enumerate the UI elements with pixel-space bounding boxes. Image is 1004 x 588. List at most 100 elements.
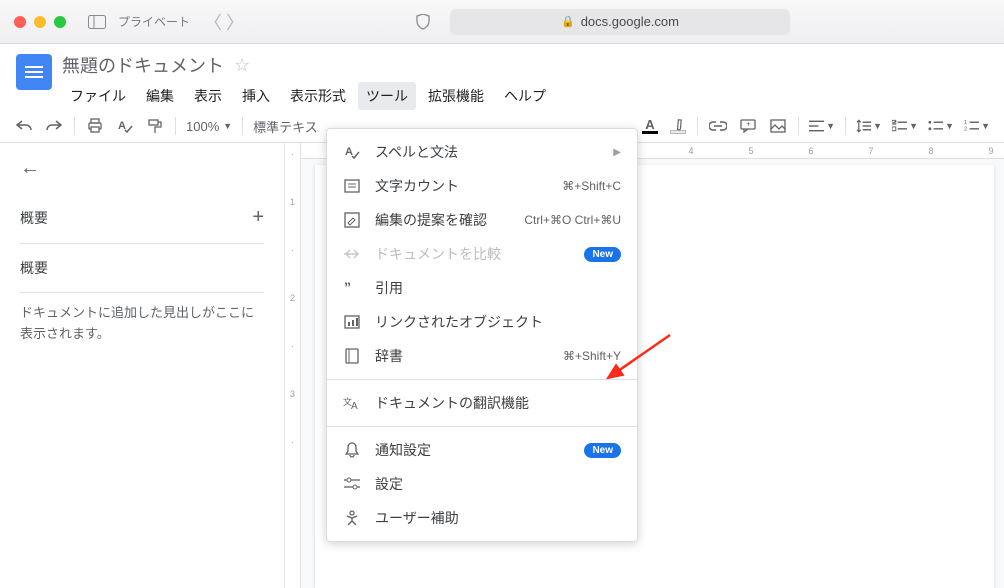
tools-review[interactable]: 編集の提案を確認 Ctrl+⌘O Ctrl+⌘U (327, 203, 637, 237)
compare-icon (343, 245, 361, 263)
back-arrow-icon[interactable]: ← (20, 157, 264, 180)
toolbar-right-group: A + ▼ ▼ ▼ ▼ 12▼ (641, 116, 990, 136)
style-value: 標準テキス (253, 117, 318, 136)
svg-text:1: 1 (964, 120, 967, 126)
private-mode-label: プライベート (118, 13, 190, 30)
link-button[interactable] (708, 116, 728, 136)
align-button[interactable]: ▼ (809, 116, 835, 136)
docs-logo-icon[interactable] (16, 54, 52, 90)
tools-translate-label: ドキュメントの翻訳機能 (375, 393, 529, 413)
menu-view[interactable]: 表示 (186, 82, 230, 110)
review-icon (343, 211, 361, 229)
menu-extensions[interactable]: 拡張機能 (420, 82, 492, 110)
tools-linked-label: リンクされたオブジェクト (375, 312, 543, 332)
outline-heading-2: 概要 (20, 258, 48, 278)
chevron-down-icon: ▼ (223, 121, 232, 131)
checklist-button[interactable]: ▼ (892, 116, 918, 136)
new-badge: New (584, 247, 621, 262)
menu-format[interactable]: 表示形式 (282, 82, 354, 110)
menu-file[interactable]: ファイル (62, 82, 134, 110)
maximize-window-button[interactable] (54, 16, 66, 28)
tools-notifications[interactable]: 通知設定 New (327, 433, 637, 467)
tools-dictionary[interactable]: 辞書 ⌘+Shift+Y (327, 339, 637, 373)
svg-text:A: A (351, 401, 358, 411)
paint-format-button[interactable] (145, 116, 165, 136)
tools-settings-label: 設定 (375, 474, 403, 494)
tools-accessibility[interactable]: ユーザー補助 (327, 501, 637, 535)
svg-text:A: A (345, 146, 353, 158)
highlight-button[interactable] (669, 117, 687, 135)
document-title[interactable]: 無題のドキュメント (62, 52, 224, 78)
sidebar-toggle-icon[interactable] (88, 15, 110, 29)
outline-heading: 概要 (20, 208, 48, 228)
tools-dictionary-shortcut: ⌘+Shift+Y (563, 349, 621, 363)
tools-wordcount-label: 文字カウント (375, 176, 459, 196)
new-badge: New (584, 443, 621, 458)
submenu-arrow-icon: ▶ (613, 147, 621, 158)
menu-help[interactable]: ヘルプ (496, 82, 554, 110)
zoom-select[interactable]: 100% ▼ (186, 119, 232, 134)
minimize-window-button[interactable] (34, 16, 46, 28)
comment-button[interactable]: + (738, 116, 758, 136)
svg-text:2: 2 (964, 127, 967, 133)
outline-hint: ドキュメントに追加した見出しがここに表示されます。 (20, 303, 264, 345)
menu-insert[interactable]: 挿入 (234, 82, 278, 110)
tools-accessibility-label: ユーザー補助 (375, 508, 459, 528)
tools-wordcount-shortcut: ⌘+Shift+C (562, 179, 621, 193)
undo-button[interactable] (14, 116, 34, 136)
forward-button[interactable]: 〉 (226, 9, 244, 35)
citations-icon: ” (343, 279, 361, 297)
menu-edit[interactable]: 編集 (138, 82, 182, 110)
tools-compare-label: ドキュメントを比較 (375, 244, 501, 264)
redo-button[interactable] (44, 116, 64, 136)
text-color-button[interactable]: A (641, 117, 659, 135)
translate-icon: 文A (343, 394, 361, 412)
dictionary-icon (343, 347, 361, 365)
nav-buttons: 〈 〉 (204, 9, 244, 35)
image-button[interactable] (768, 116, 788, 136)
browser-chrome: プライベート 〈 〉 🔒 docs.google.com (0, 0, 1004, 44)
bell-icon (343, 441, 361, 459)
tools-review-label: 編集の提案を確認 (375, 210, 487, 230)
close-window-button[interactable] (14, 16, 26, 28)
tools-notifications-label: 通知設定 (375, 440, 431, 460)
tools-dropdown: A スペルと文法 ▶ 文字カウント ⌘+Shift+C 編集の提案を確認 Ctr… (326, 128, 638, 542)
tools-citations[interactable]: ” 引用 (327, 271, 637, 305)
address-bar[interactable]: 🔒 docs.google.com (450, 9, 790, 35)
numbered-list-button[interactable]: 12▼ (964, 116, 990, 136)
line-spacing-button[interactable]: ▼ (856, 116, 882, 136)
shield-icon[interactable] (416, 14, 430, 30)
vertical-ruler: ·1·2·3· (285, 143, 301, 588)
bullet-list-button[interactable]: ▼ (928, 116, 954, 136)
tools-translate[interactable]: 文A ドキュメントの翻訳機能 (327, 386, 637, 420)
tools-linked[interactable]: リンクされたオブジェクト (327, 305, 637, 339)
tools-compare: ドキュメントを比較 New (327, 237, 637, 271)
star-icon[interactable]: ☆ (234, 55, 250, 76)
tools-dictionary-label: 辞書 (375, 346, 403, 366)
print-button[interactable] (85, 116, 105, 136)
tools-citations-label: 引用 (375, 278, 403, 298)
tools-settings[interactable]: 設定 (327, 467, 637, 501)
tools-wordcount[interactable]: 文字カウント ⌘+Shift+C (327, 169, 637, 203)
window-controls (14, 16, 66, 28)
tools-review-shortcut: Ctrl+⌘O Ctrl+⌘U (524, 213, 621, 227)
spellcheck-icon: A (343, 143, 361, 161)
zoom-value: 100% (186, 119, 219, 134)
tools-spelling-label: スペルと文法 (375, 142, 458, 162)
spellcheck-button[interactable]: A (115, 116, 135, 136)
outline-sidebar: ← 概要 + 概要 ドキュメントに追加した見出しがここに表示されます。 (0, 143, 285, 588)
paragraph-style-select[interactable]: 標準テキス (253, 117, 318, 136)
sliders-icon (343, 475, 361, 493)
lock-icon: 🔒 (561, 15, 575, 28)
tools-spelling[interactable]: A スペルと文法 ▶ (327, 135, 637, 169)
svg-text:+: + (746, 120, 751, 129)
menu-tools[interactable]: ツール (358, 82, 416, 110)
menu-bar: ファイル 編集 表示 挿入 表示形式 ツール 拡張機能 ヘルプ (62, 82, 554, 110)
linked-objects-icon (343, 313, 361, 331)
docs-header: 無題のドキュメント ☆ ファイル 編集 表示 挿入 表示形式 ツール 拡張機能 … (0, 44, 1004, 110)
back-button[interactable]: 〈 (204, 9, 222, 35)
add-heading-button[interactable]: + (252, 206, 264, 229)
svg-text:”: ” (344, 281, 351, 295)
wordcount-icon (343, 177, 361, 195)
url-text: docs.google.com (581, 14, 679, 29)
